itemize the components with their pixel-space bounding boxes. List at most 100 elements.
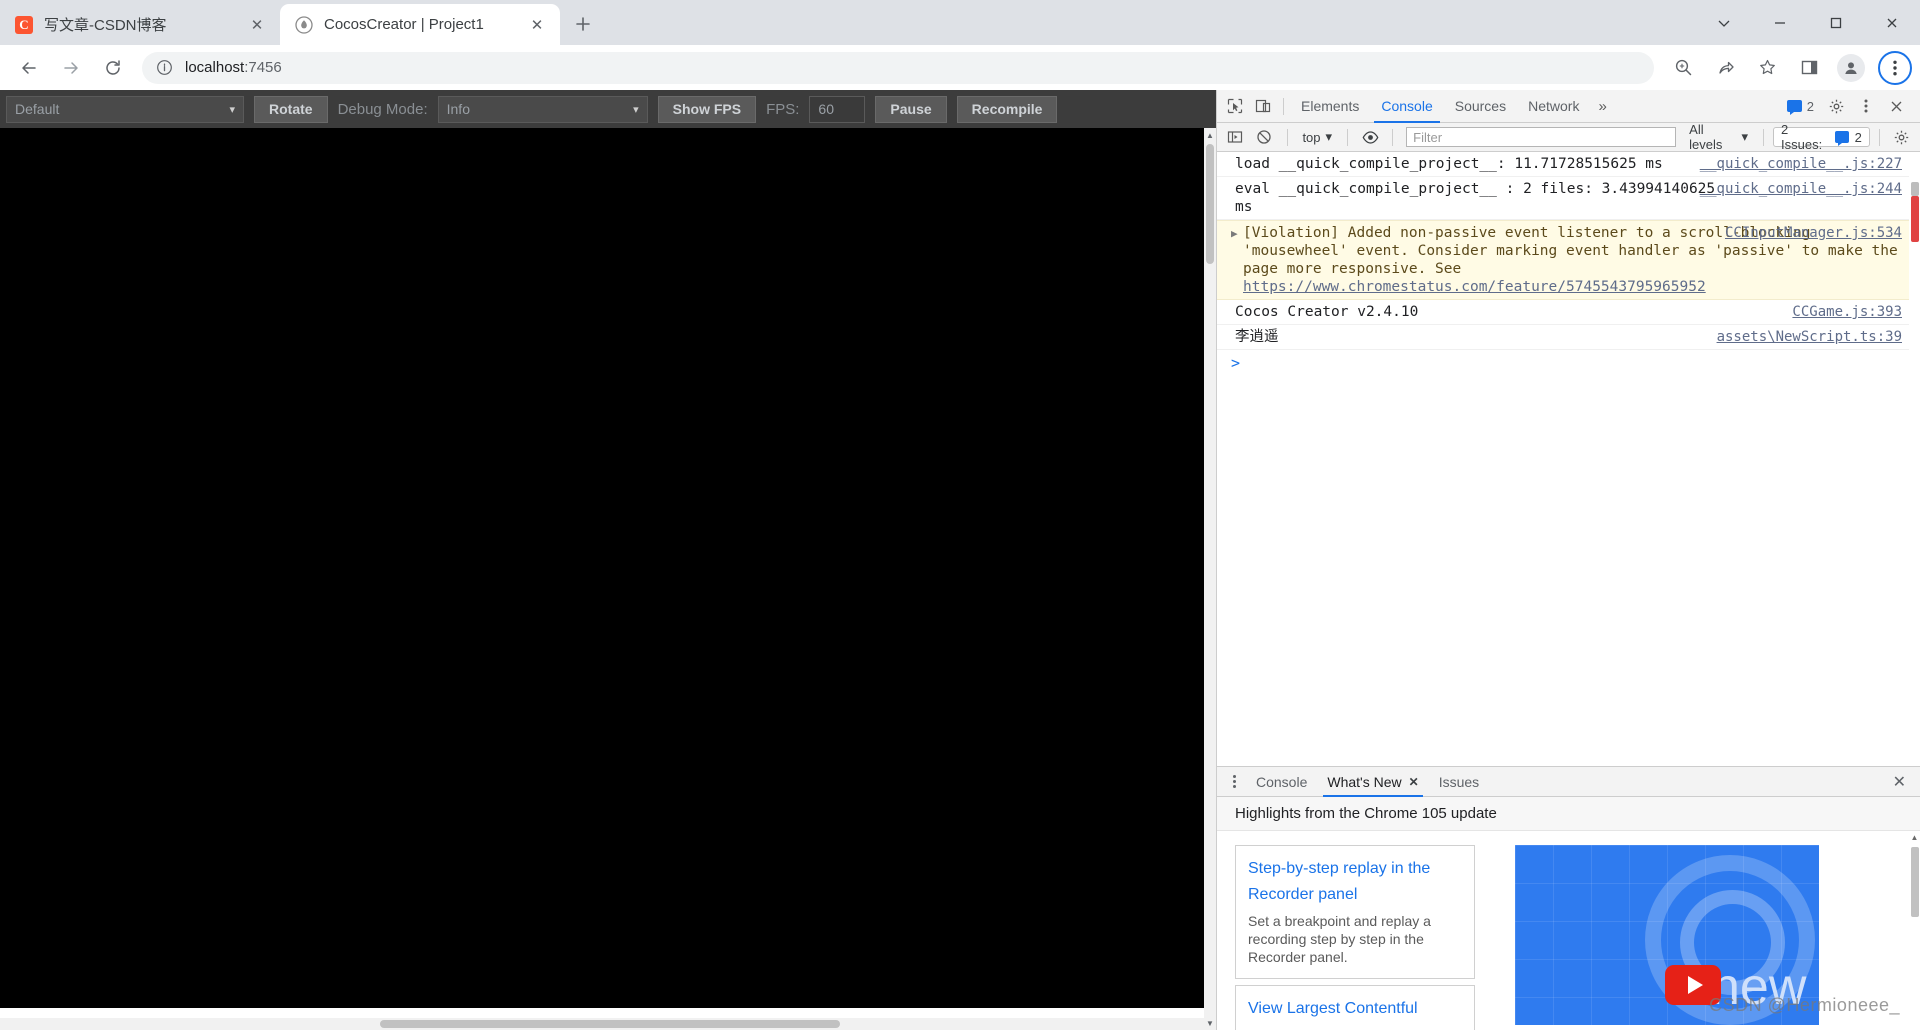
console-message-source[interactable]: __quick_compile__.js:227 [1700,155,1902,173]
page-horizontal-scrollbar-thumb[interactable] [380,1020,840,1028]
scroll-up-icon[interactable]: ▲ [1909,831,1920,844]
whats-new-scrollbar-thumb[interactable] [1911,847,1919,917]
console-message[interactable]: eval __quick_compile_project__ : 2 files… [1217,177,1920,220]
browser-tab-strip: C 写文章-CSDN博客 ✕ CocosCreator | Project1 ✕ [0,0,1920,45]
whats-new-scrollbar[interactable]: ▲ [1909,831,1920,1030]
console-message-source[interactable]: __quick_compile__.js:244 [1700,180,1902,198]
forward-icon[interactable] [53,50,89,86]
info-icon[interactable] [156,59,173,76]
drawer-tab-issues-label: Issues [1438,773,1480,790]
console-sidebar-icon[interactable] [1222,124,1248,150]
scroll-up-icon[interactable]: ▲ [1204,128,1216,142]
fps-label: FPS: [766,100,800,118]
console-message-source[interactable]: CCInputManager.js:534 [1725,224,1902,242]
side-panel-icon[interactable] [1791,50,1827,86]
whats-new-card-title-line2[interactable]: Recorder panel [1248,882,1462,908]
whats-new-card-list: Step-by-step replay in the Recorder pane… [1235,845,1475,1030]
rotate-button[interactable]: Rotate [254,95,328,123]
devtools-close-icon[interactable] [1882,93,1910,119]
console-message-source[interactable]: CCGame.js:393 [1792,303,1902,321]
drawer-tab-whats-new-close-icon[interactable]: ✕ [1409,775,1419,789]
chevron-down-icon: ▾ [229,103,235,116]
reload-icon[interactable] [95,50,131,86]
log-levels-select[interactable]: All levels ▾ [1683,122,1754,152]
whats-new-card-title-line1[interactable]: Step-by-step replay in the [1248,856,1462,882]
console-message[interactable]: 李逍遥 assets\NewScript.ts:39 [1217,325,1920,350]
minimize-icon[interactable] [1752,0,1808,45]
address-bar[interactable]: localhost:7456 [142,51,1654,84]
back-icon[interactable] [11,50,47,86]
new-tab-button[interactable] [566,7,600,41]
three-dot-menu-icon[interactable] [1852,93,1880,119]
browser-tab-0-close-icon[interactable]: ✕ [246,14,268,36]
page-horizontal-scrollbar[interactable] [0,1018,1204,1030]
whats-new-card[interactable]: Step-by-step replay in the Recorder pane… [1235,845,1475,979]
drawer-tab-console[interactable]: Console [1246,767,1317,797]
whats-new-video-thumbnail[interactable]: new [1515,845,1819,1025]
youtube-play-icon[interactable] [1665,965,1721,1005]
console-filter-input[interactable]: Filter [1406,127,1677,147]
devtools-tab-console[interactable]: Console [1370,90,1443,123]
console-scrollbar-thumb[interactable] [1911,182,1919,196]
console-message-violation[interactable]: ▶ [Violation] Added non-passive event li… [1217,220,1920,300]
device-toolbar-icon[interactable] [1249,93,1277,119]
fps-input[interactable]: 60 [809,95,866,123]
console-prompt-caret: > [1231,354,1241,372]
clear-console-icon[interactable] [1251,124,1277,150]
debug-mode-label: Debug Mode: [337,100,428,118]
whats-new-card[interactable]: View Largest Contentful [1235,985,1475,1030]
drawer-tab-whats-new[interactable]: What's New ✕ [1317,767,1428,797]
divider [1763,128,1764,146]
page-vertical-scrollbar-thumb[interactable] [1206,144,1214,264]
pause-button[interactable]: Pause [875,95,947,123]
more-tabs-icon[interactable]: » [1590,98,1614,115]
devtools-tab-network-label: Network [1528,98,1580,114]
console-message[interactable]: load __quick_compile_project__: 11.71728… [1217,152,1920,177]
console-message[interactable]: Cocos Creator v2.4.10 CCGame.js:393 [1217,300,1920,325]
console-scrollbar[interactable] [1909,152,1920,766]
star-icon[interactable] [1749,50,1785,86]
gear-icon[interactable] [1822,93,1850,119]
chromestatus-link[interactable]: https://www.chromestatus.com/feature/574… [1243,279,1706,295]
maximize-icon[interactable] [1808,0,1864,45]
tab-search-chevron-down-icon[interactable] [1696,0,1752,45]
expand-arrow-icon[interactable]: ▶ [1231,225,1238,243]
execution-context-select[interactable]: top ▾ [1296,129,1338,145]
share-icon[interactable] [1707,50,1743,86]
console-message-source[interactable]: assets\NewScript.ts:39 [1717,328,1902,346]
message-count-value: 2 [1806,98,1814,114]
debug-mode-select[interactable]: Info ▾ [437,95,648,123]
issues-button[interactable]: 2 Issues: 2 [1773,122,1870,152]
divider [1878,128,1880,146]
page-vertical-scrollbar[interactable]: ▲ ▼ [1204,128,1216,1030]
live-expression-icon[interactable] [1357,124,1383,150]
browser-tab-1[interactable]: CocosCreator | Project1 ✕ [280,4,560,45]
console-error-marker[interactable] [1911,196,1919,242]
console-message-list[interactable]: load __quick_compile_project__: 11.71728… [1217,152,1920,766]
zoom-icon[interactable] [1665,50,1701,86]
console-message-text: Cocos Creator v2.4.10 [1235,304,1419,320]
console-prompt[interactable]: > [1217,350,1920,376]
browser-tab-0[interactable]: C 写文章-CSDN博客 ✕ [0,4,280,45]
devtools-tab-network[interactable]: Network [1517,90,1590,123]
inspect-element-icon[interactable] [1221,93,1249,119]
scroll-down-icon[interactable]: ▼ [1204,1016,1216,1030]
window-controls [1696,0,1920,45]
three-dot-menu-icon[interactable] [1878,50,1912,85]
browser-tab-1-close-icon[interactable]: ✕ [526,14,548,36]
close-icon[interactable] [1864,0,1920,45]
profile-icon[interactable] [1833,50,1869,86]
game-canvas[interactable] [0,128,1204,1008]
devtools-tab-sources[interactable]: Sources [1444,90,1517,123]
recompile-button[interactable]: Recompile [956,95,1058,123]
whats-new-card-title-line1[interactable]: View Largest Contentful [1248,996,1462,1022]
drawer-three-dot-menu-icon[interactable] [1223,775,1246,788]
drawer-close-icon[interactable]: ✕ [1885,772,1914,792]
devtools-tab-elements[interactable]: Elements [1290,90,1370,123]
console-settings-gear-icon[interactable] [1889,124,1915,150]
message-count-badge[interactable]: 2 [1781,98,1820,115]
device-select[interactable]: Default ▾ [6,95,244,123]
drawer-tab-issues[interactable]: Issues [1429,767,1489,797]
show-fps-button[interactable]: Show FPS [657,95,757,123]
chevron-down-icon: ▾ [633,103,639,116]
